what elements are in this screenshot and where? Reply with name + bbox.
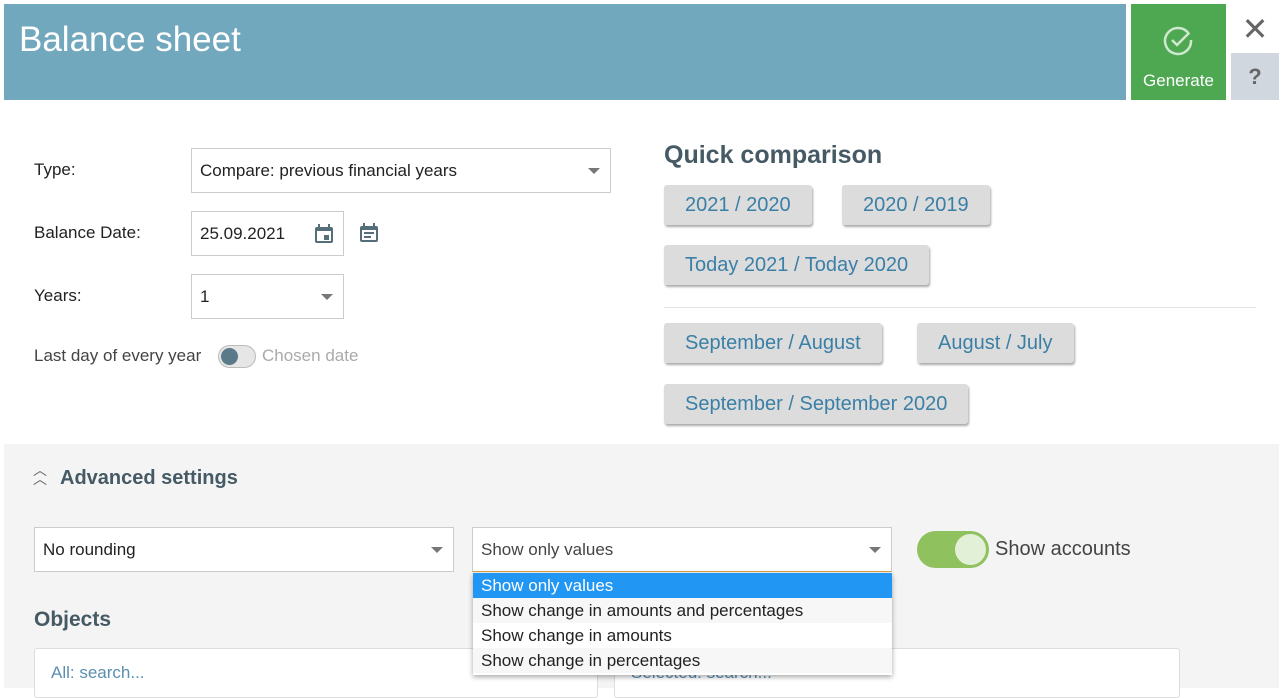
option-change-amounts-percentages[interactable]: Show change in amounts and percentages (473, 598, 892, 623)
quick-button-today[interactable]: Today 2021 / Today 2020 (664, 245, 930, 285)
show-accounts-toggle[interactable] (917, 531, 989, 568)
chosen-date-label: Chosen date (262, 346, 359, 365)
rounding-select[interactable]: No rounding (34, 527, 454, 572)
quick-comparison-title: Quick comparison (664, 141, 883, 169)
quick-button-september-2020[interactable]: September / September 2020 (664, 384, 969, 424)
date-value: 25.09.2021 (200, 223, 286, 243)
chevron-down-icon (869, 546, 881, 553)
help-button[interactable]: ? (1231, 53, 1279, 100)
show-accounts-label: Show accounts (995, 538, 1131, 560)
quick-button-2020-2019[interactable]: 2020 / 2019 (842, 185, 990, 225)
chevron-down-icon (321, 293, 333, 300)
check-circle-icon (1163, 26, 1193, 56)
years-label: Years: (34, 286, 82, 305)
last-day-label: Last day of every year (34, 346, 202, 365)
option-change-amounts[interactable]: Show change in amounts (473, 623, 892, 648)
calendar-icon[interactable] (313, 223, 335, 245)
close-icon[interactable]: ✕ (1240, 13, 1270, 45)
years-value: 1 (200, 286, 210, 306)
quick-button-2021-2020[interactable]: 2021 / 2020 (664, 185, 812, 225)
years-select[interactable]: 1 (191, 274, 344, 319)
chevron-down-icon (431, 546, 443, 553)
chevron-down-icon (588, 167, 600, 174)
option-show-only-values[interactable]: Show only values (473, 573, 892, 598)
date-mode-toggle[interactable] (218, 345, 256, 368)
advanced-settings-title[interactable]: Advanced settings (60, 467, 238, 490)
generate-button[interactable]: Generate (1131, 4, 1226, 100)
display-value: Show only values (481, 539, 614, 559)
page-title: Balance sheet (19, 20, 241, 59)
balance-date-label: Balance Date: (34, 223, 141, 242)
type-label: Type: (34, 160, 76, 179)
objects-title: Objects (34, 608, 112, 631)
generate-label: Generate (1143, 71, 1214, 90)
type-select[interactable]: Compare: previous financial years (191, 148, 611, 193)
option-change-percentages[interactable]: Show change in percentages (473, 648, 892, 673)
divider (664, 307, 1256, 308)
display-select[interactable]: Show only values (472, 527, 892, 572)
calendar-list-icon[interactable] (358, 222, 380, 244)
quick-button-september-august[interactable]: September / August (664, 323, 882, 363)
collapse-chevron-icon[interactable]: ︿ ︿ (33, 463, 47, 486)
balance-date-input[interactable]: 25.09.2021 (191, 211, 344, 256)
quick-button-august-july[interactable]: August / July (917, 323, 1074, 363)
rounding-value: No rounding (43, 539, 136, 559)
display-dropdown-menu: Show only values Show change in amounts … (473, 573, 892, 675)
type-value: Compare: previous financial years (200, 160, 458, 180)
